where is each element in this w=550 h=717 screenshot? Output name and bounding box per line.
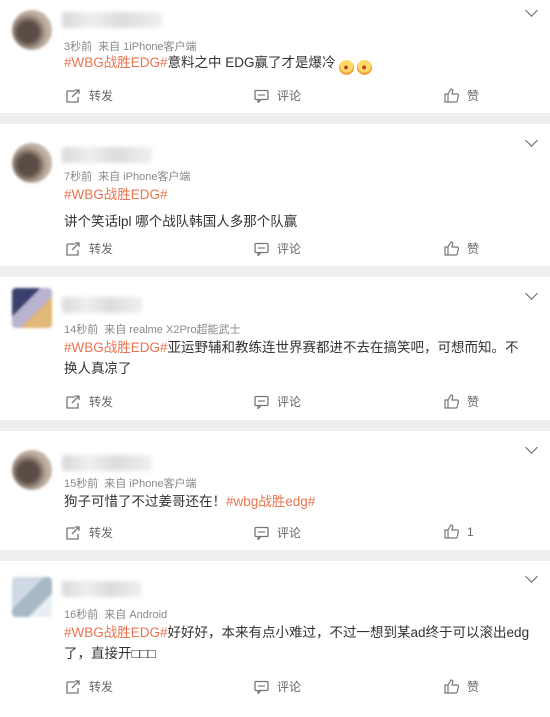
like-label: 赞 <box>467 242 480 256</box>
comment-icon <box>254 89 269 103</box>
post-text: 意料之中 EDG赢了才是爆冷 <box>167 55 336 70</box>
comment-button[interactable]: 评论 <box>254 240 301 257</box>
like-label: 赞 <box>467 680 480 694</box>
avatar[interactable] <box>12 10 52 50</box>
like-button[interactable]: 赞 <box>444 393 479 410</box>
chevron-down-icon[interactable] <box>525 287 538 300</box>
username-blurred[interactable] <box>62 297 142 313</box>
repost-button[interactable]: 转发 <box>66 678 113 695</box>
like-button[interactable]: 赞 <box>444 678 479 695</box>
repost-label: 转发 <box>89 242 114 256</box>
hashtag-link[interactable]: #WBG战胜EDG# <box>64 625 168 640</box>
repost-button[interactable]: 转发 <box>66 524 113 541</box>
post-time: 14秒前 <box>64 324 99 336</box>
post-text: 狗子可惜了不过姜哥还在！ <box>64 494 226 509</box>
post-content: 狗子可惜了不过姜哥还在！#wbg战胜edg# <box>64 491 530 512</box>
chevron-down-icon[interactable] <box>525 4 538 17</box>
repost-icon <box>66 241 80 256</box>
post-source: 来自 realme X2Pro超能武士 <box>104 324 241 336</box>
like-icon <box>444 88 459 103</box>
hashtag-link[interactable]: #WBG战胜EDG# <box>64 55 168 70</box>
avatar[interactable] <box>12 450 52 490</box>
emoji-icon: ● <box>356 60 372 75</box>
comment-button[interactable]: 评论 <box>254 678 301 695</box>
post-card: 16秒前 来自 Android #WBG战胜EDG#好好好，本来有点小难过，不过一… <box>0 561 550 717</box>
comment-label: 评论 <box>277 395 302 409</box>
like-label: 赞 <box>467 89 480 103</box>
chevron-down-icon[interactable] <box>525 441 538 454</box>
repost-icon <box>66 525 80 540</box>
repost-button[interactable]: 转发 <box>66 87 113 104</box>
repost-icon <box>66 679 80 694</box>
weibo-comment-feed: 3秒前 来自 1iPhone客户端 #WBG战胜EDG#意料之中 EDG赢了才是爆… <box>0 0 550 717</box>
repost-label: 转发 <box>89 680 114 694</box>
repost-label: 转发 <box>89 395 114 409</box>
post-text: 讲个笑话lpl 哪个战队韩国人多那个队赢 <box>64 214 298 229</box>
like-label: 赞 <box>467 395 480 409</box>
avatar[interactable] <box>12 288 52 328</box>
repost-icon <box>66 88 80 103</box>
post-source: 来自 Android <box>104 609 168 621</box>
like-icon <box>444 394 459 409</box>
post-meta: 15秒前 来自 iPhone客户端 <box>64 475 197 491</box>
post-time: 15秒前 <box>64 478 99 490</box>
chevron-down-icon[interactable] <box>525 134 538 147</box>
hashtag-link[interactable]: #wbg战胜edg# <box>226 494 315 509</box>
like-button[interactable]: 1 <box>444 524 474 539</box>
post-content: #WBG战胜EDG#意料之中 EDG赢了才是爆冷 ● ● <box>64 52 530 75</box>
post-time: 7秒前 <box>64 171 93 183</box>
comment-button[interactable]: 评论 <box>254 87 301 104</box>
post-card: 3秒前 来自 1iPhone客户端 #WBG战胜EDG#意料之中 EDG赢了才是爆… <box>0 0 550 113</box>
comment-label: 评论 <box>277 680 302 694</box>
comment-button[interactable]: 评论 <box>254 524 301 541</box>
post-content: #WBG战胜EDG#亚运野辅和教练连世界赛都进不去在搞笑吧，可想而知。不换人真凉… <box>64 337 530 379</box>
post-meta: 14秒前 来自 realme X2Pro超能武士 <box>64 321 241 337</box>
chevron-down-icon[interactable] <box>525 570 538 583</box>
repost-label: 转发 <box>89 89 114 103</box>
avatar[interactable] <box>12 143 52 183</box>
username-blurred[interactable] <box>62 455 152 471</box>
comment-button[interactable]: 评论 <box>254 393 301 410</box>
like-count: 1 <box>467 524 474 539</box>
comment-label: 评论 <box>277 89 302 103</box>
like-icon <box>444 679 459 694</box>
post-time: 16秒前 <box>64 609 99 621</box>
post-card: 14秒前 来自 realme X2Pro超能武士 #WBG战胜EDG#亚运野辅和教… <box>0 277 550 420</box>
post-content: #WBG战胜EDG# 讲个笑话lpl 哪个战队韩国人多那个队赢 <box>64 184 530 232</box>
comment-icon <box>254 395 269 409</box>
post-source: 来自 iPhone客户端 <box>104 478 197 490</box>
hashtag-link[interactable]: #WBG战胜EDG# <box>64 184 530 205</box>
comment-icon <box>254 242 269 256</box>
avatar[interactable] <box>12 577 52 617</box>
post-meta: 16秒前 来自 Android <box>64 606 167 622</box>
repost-button[interactable]: 转发 <box>66 240 113 257</box>
like-icon <box>444 524 459 539</box>
post-card: 15秒前 来自 iPhone客户端 狗子可惜了不过姜哥还在！#wbg战胜edg# … <box>0 431 550 550</box>
username-blurred[interactable] <box>62 12 162 28</box>
like-icon <box>444 241 459 256</box>
like-button[interactable]: 赞 <box>444 240 479 257</box>
comment-icon <box>254 680 269 694</box>
repost-button[interactable]: 转发 <box>66 393 113 410</box>
comment-icon <box>254 526 269 540</box>
post-card: 7秒前 来自 iPhone客户端 #WBG战胜EDG# 讲个笑话lpl 哪个战队韩… <box>0 124 550 266</box>
post-content: #WBG战胜EDG#好好好，本来有点小难过，不过一想到某ad终于可以滚出edg了… <box>64 622 530 664</box>
repost-icon <box>66 394 80 409</box>
repost-label: 转发 <box>89 526 114 540</box>
comment-label: 评论 <box>277 242 302 256</box>
like-button[interactable]: 赞 <box>444 87 479 104</box>
username-blurred[interactable] <box>62 581 142 597</box>
post-meta: 7秒前 来自 iPhone客户端 <box>64 168 190 184</box>
post-source: 来自 iPhone客户端 <box>98 171 191 183</box>
username-blurred[interactable] <box>62 147 152 163</box>
comment-label: 评论 <box>277 526 302 540</box>
hashtag-link[interactable]: #WBG战胜EDG# <box>64 340 168 355</box>
emoji-icon: ● <box>338 60 354 75</box>
